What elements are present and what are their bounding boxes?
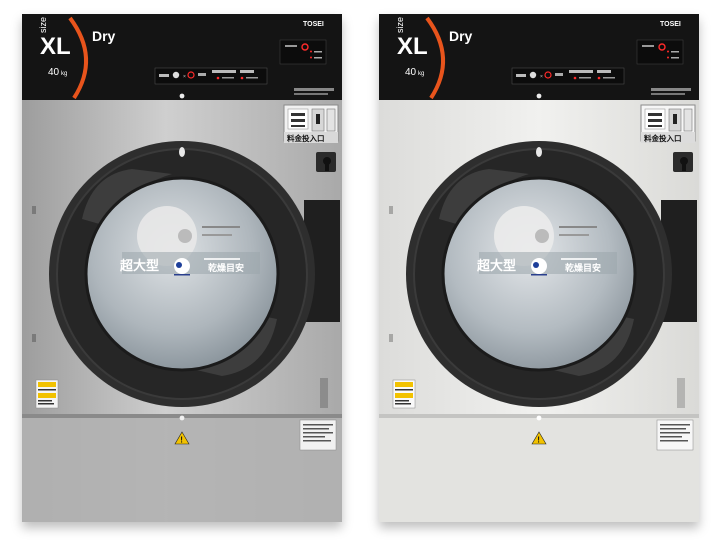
coin-slot-label: 料金投入口 [644,133,682,143]
dryer-machine-white: size XL Dry 40 kg TOSEI × 料金投入口 超大型 乾燥目安… [379,14,699,522]
capacity-value: 40 [48,67,60,78]
capacity-value: 40 [405,67,417,78]
mode-label: Dry [92,28,116,44]
coin-slot-label: 料金投入口 [287,133,325,143]
brand-logo: TOSEI [660,21,681,28]
svg-text:!: ! [180,436,183,445]
window-label-small: 乾燥目安 [565,262,601,273]
size-label: XL [40,33,71,60]
size-caption: size [38,17,48,33]
start-button[interactable] [529,71,537,79]
mode-label: Dry [449,28,473,44]
window-label-small: 乾燥目安 [208,262,244,273]
panel-screw [179,93,185,99]
door-handle-marker [179,147,185,157]
svg-text:!: ! [537,436,540,445]
panel-screw [536,93,542,99]
window-label-big: 超大型 [120,258,159,273]
capacity-unit: kg [61,71,67,77]
start-button[interactable] [172,71,180,79]
coin-return-button[interactable] [326,108,336,132]
dryer-machine-stainless: size XL Dry 40 kg TOSEI × 料金投入口 超大型 乾燥目安… [22,14,342,522]
door-handle-marker [536,147,542,157]
svg-text:×: × [540,74,543,80]
svg-text:×: × [183,74,186,80]
window-label-big: 超大型 [477,258,516,273]
capacity-unit: kg [418,71,424,77]
size-caption: size [395,17,405,33]
size-label: XL [397,33,428,60]
brand-logo: TOSEI [303,21,324,28]
coin-return-button[interactable] [683,108,693,132]
